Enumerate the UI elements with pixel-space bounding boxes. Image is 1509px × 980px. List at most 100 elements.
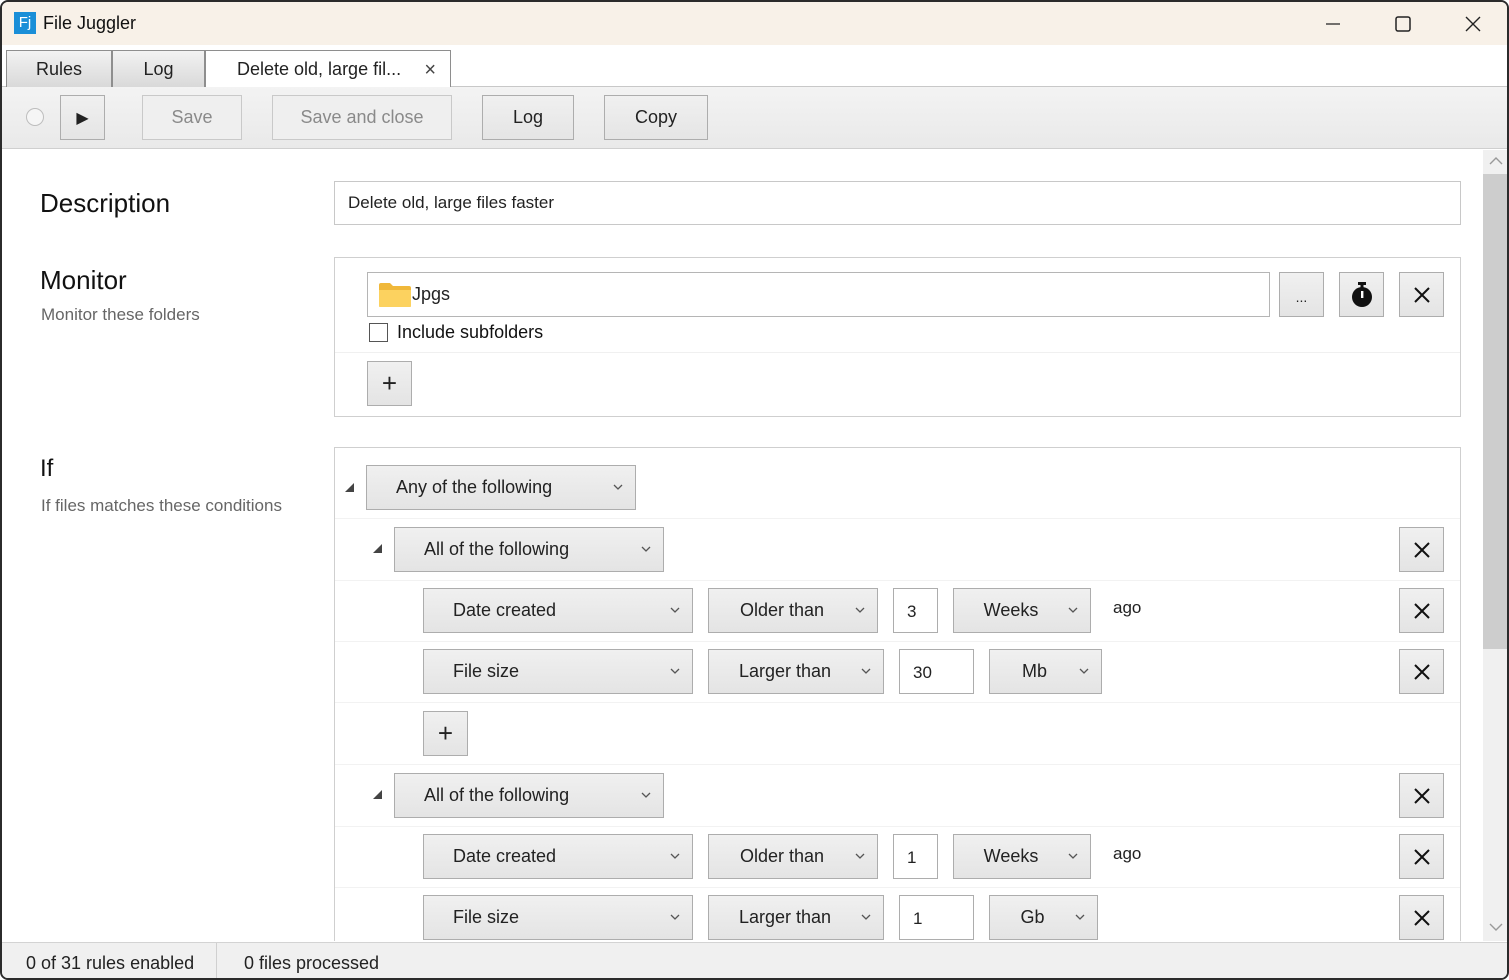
divider <box>335 702 1460 703</box>
condition-value-input[interactable]: 1 <box>893 834 938 879</box>
chevron-down-icon <box>670 668 680 674</box>
log-button[interactable]: Log <box>482 95 574 140</box>
condition-field-value: Date created <box>453 846 557 866</box>
maximize-button[interactable] <box>1368 2 1438 45</box>
close-icon <box>1413 541 1430 558</box>
chevron-down-icon <box>861 668 871 674</box>
copy-button[interactable]: Copy <box>604 95 708 140</box>
condition-operator-select[interactable]: Larger than <box>708 649 884 694</box>
remove-condition-button[interactable] <box>1399 895 1444 940</box>
minimize-button[interactable] <box>1298 2 1368 45</box>
condition-value-input[interactable]: 1 <box>899 895 974 940</box>
vertical-scrollbar[interactable] <box>1483 150 1507 941</box>
remove-group-button[interactable] <box>1399 527 1444 572</box>
condition-unit-select[interactable]: Gb <box>989 895 1098 940</box>
add-folder-button[interactable]: + <box>367 361 412 406</box>
close-icon <box>1413 909 1430 926</box>
group-mode-select[interactable]: All of the following <box>394 527 664 572</box>
save-and-close-button[interactable]: Save and close <box>272 95 452 140</box>
stopwatch-icon <box>1351 281 1372 307</box>
group-mode-value: All of the following <box>424 539 570 559</box>
condition-suffix: ago <box>1113 844 1142 863</box>
remove-folder-button[interactable] <box>1399 272 1444 317</box>
plus-icon: + <box>437 718 454 748</box>
rules-enabled-status: 0 of 31 rules enabled <box>26 953 195 973</box>
condition-unit-value: Gb <box>1020 907 1045 927</box>
app-window: Fj File Juggler Rules Log Delete old, la… <box>0 0 1509 980</box>
condition-field-select[interactable]: File size <box>423 649 693 694</box>
scrollbar-thumb[interactable] <box>1483 174 1507 649</box>
condition-unit-select[interactable]: Mb <box>989 649 1102 694</box>
toolbar: ▶ Save Save and close Log Copy <box>2 87 1507 149</box>
save-button[interactable]: Save <box>142 95 242 140</box>
condition-operator-select[interactable]: Larger than <box>708 895 884 940</box>
schedule-button[interactable] <box>1339 272 1384 317</box>
condition-field-value: Date created <box>453 600 557 620</box>
condition-unit-select[interactable]: Weeks <box>953 588 1091 633</box>
condition-operator-value: Larger than <box>738 661 832 681</box>
condition-field-value: File size <box>453 907 520 927</box>
tab-log[interactable]: Log <box>112 50 205 87</box>
close-window-button[interactable] <box>1438 2 1507 45</box>
condition-field-select[interactable]: Date created <box>423 588 693 633</box>
divider <box>335 518 1460 519</box>
condition-field-value: File size <box>453 661 520 681</box>
rule-editor-content: Description Delete old, large files fast… <box>2 150 1483 941</box>
maximize-icon <box>1395 15 1411 32</box>
if-heading: If <box>40 455 54 482</box>
condition-field-select[interactable]: File size <box>423 895 693 940</box>
play-icon: ▶ <box>76 109 89 127</box>
chevron-down-icon <box>861 914 871 920</box>
condition-field-select[interactable]: Date created <box>423 834 693 879</box>
condition-unit-select[interactable]: Weeks <box>953 834 1091 879</box>
divider <box>335 764 1460 765</box>
scroll-down-icon[interactable] <box>1489 922 1503 932</box>
monitor-heading: Monitor <box>40 265 127 295</box>
description-input[interactable]: Delete old, large files faster <box>334 181 1461 225</box>
tab-rule-editor[interactable]: Delete old, large fil... × <box>205 50 451 88</box>
run-button[interactable]: ▶ <box>60 95 105 140</box>
group-mode-value: All of the following <box>424 785 570 805</box>
folder-icon <box>379 283 411 307</box>
browse-folder-button[interactable]: ... <box>1279 272 1324 317</box>
chevron-down-icon <box>1079 668 1089 674</box>
app-logo-icon: Fj <box>14 12 36 34</box>
chevron-down-icon <box>641 792 651 798</box>
tab-close-icon[interactable]: × <box>424 59 436 82</box>
condition-operator-value: Older than <box>739 600 825 620</box>
chevron-down-icon <box>1068 853 1078 859</box>
collapse-triangle-icon[interactable] <box>373 790 382 799</box>
condition-operator-select[interactable]: Older than <box>708 588 878 633</box>
close-icon <box>1413 286 1430 303</box>
include-subfolders-checkbox[interactable] <box>369 323 388 342</box>
divider <box>335 887 1460 888</box>
group-mode-select[interactable]: All of the following <box>394 773 664 818</box>
rule-enabled-toggle[interactable] <box>26 108 44 126</box>
tab-rules[interactable]: Rules <box>6 50 112 87</box>
title-bar: Fj File Juggler <box>2 2 1507 45</box>
chevron-down-icon <box>1075 914 1085 920</box>
collapse-triangle-icon[interactable] <box>373 544 382 553</box>
condition-value-input[interactable]: 3 <box>893 588 938 633</box>
condition-unit-value: Weeks <box>983 600 1039 620</box>
remove-condition-button[interactable] <box>1399 588 1444 633</box>
chevron-down-icon <box>670 853 680 859</box>
status-divider <box>216 943 217 978</box>
remove-condition-button[interactable] <box>1399 649 1444 694</box>
condition-value-input[interactable]: 30 <box>899 649 974 694</box>
close-icon <box>1413 663 1430 680</box>
scroll-up-icon[interactable] <box>1489 156 1503 166</box>
folder-path-input[interactable]: Jpgs <box>367 272 1270 317</box>
remove-group-button[interactable] <box>1399 773 1444 818</box>
condition-operator-select[interactable]: Older than <box>708 834 878 879</box>
status-bar: 0 of 31 rules enabled 0 files processed <box>2 942 1507 978</box>
divider <box>335 826 1460 827</box>
root-mode-select[interactable]: Any of the following <box>366 465 636 510</box>
condition-operator-value: Older than <box>739 846 825 866</box>
add-condition-button[interactable]: + <box>423 711 468 756</box>
chevron-down-icon <box>670 607 680 613</box>
condition-operator-value: Larger than <box>738 907 832 927</box>
tab-strip: Rules Log Delete old, large fil... × <box>2 45 1507 126</box>
collapse-triangle-icon[interactable] <box>345 483 354 492</box>
remove-condition-button[interactable] <box>1399 834 1444 879</box>
